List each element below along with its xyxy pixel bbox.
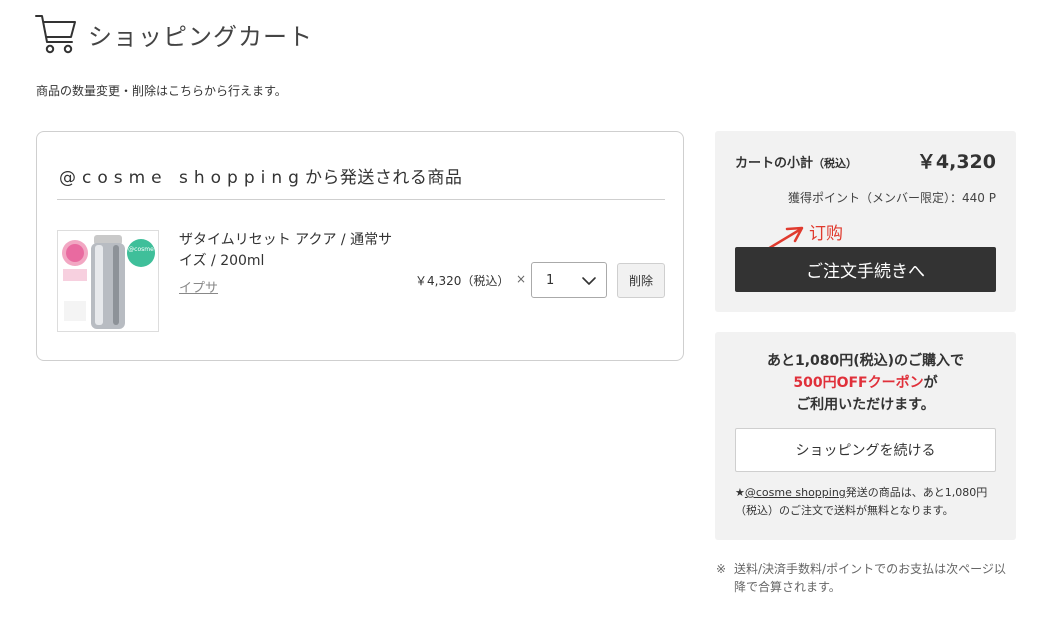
checkout-button[interactable]: ご注文手続きへ [735, 247, 996, 292]
points-note: 獲得ポイント（メンバー限定）：440 P [788, 191, 996, 205]
intro-text: 商品の数量変更・削除はこちらから行えます。 [36, 84, 287, 98]
divider [57, 199, 665, 200]
quantity-select[interactable]: 1 [531, 262, 607, 298]
product-price: ￥4,320（税込） [415, 274, 510, 288]
coupon-panel: あと1,080円(税込)のご購入で 500円OFFクーポンが ご利用いただけます… [715, 332, 1016, 540]
subtotal-label: カートの小計（税込） [735, 152, 857, 171]
product-thumbnail[interactable]: @cosme [57, 230, 159, 332]
continue-shopping-button[interactable]: ショッピングを続ける [735, 428, 996, 472]
subtotal-label-text: カートの小計 [735, 156, 814, 171]
page-title: ショッピングカート [88, 22, 313, 51]
quantity-value: 1 [546, 273, 555, 288]
product-brand-link[interactable]: イプサ [179, 277, 218, 296]
shopping-link[interactable]: @cosme shopping [745, 486, 846, 499]
subtotal-tax-note: （税込） [813, 157, 858, 170]
star-icon: ★ [735, 486, 745, 499]
coupon-line-1: あと1,080円(税込)のご購入で [766, 353, 965, 369]
coupon-message: あと1,080円(税込)のご購入で 500円OFFクーポンが ご利用いただけます… [715, 350, 1016, 416]
product-bottle-image: @cosme [58, 231, 158, 331]
shipper-title: @cosme shoppingから発送される商品 [59, 163, 462, 188]
page-header: ショッピングカート [34, 12, 313, 56]
shipper-title-suffix: から発送される商品 [304, 168, 463, 188]
annotation-label: 订购 [809, 224, 843, 244]
shopping-cart-icon [35, 15, 76, 54]
shipper-box: @cosme shoppingから発送される商品 @cosme ザタイムリセット… [36, 131, 684, 361]
footnote-text: 送料/決済手数料/ポイントでのお支払は次ページ以降で合算されます。 [734, 562, 1006, 594]
chevron-down-icon [582, 277, 596, 285]
subtotal-amount: ￥4,320 [916, 151, 996, 173]
summary-panel: カートの小計（税込） ￥4,320 獲得ポイント（メンバー限定）：440 P 订… [715, 131, 1016, 312]
footnote: ※ 送料/決済手数料/ポイントでのお支払は次ページ以降で合算されます。 [716, 560, 1016, 596]
times-sign: × [516, 272, 527, 286]
footnote-mark: ※ [716, 562, 727, 576]
coupon-line-2: 500円OFFクーポンが [715, 372, 1016, 394]
thumb-badge: @cosme [128, 246, 154, 253]
shipper-brand: @cosme shopping [59, 168, 305, 188]
delete-button[interactable]: 削除 [617, 263, 665, 298]
product-name: ザタイムリセット アクア / 通常サイズ / 200ml [179, 232, 393, 269]
coupon-highlight: 500円OFFクーポン [793, 375, 924, 391]
coupon-line-2-suffix: が [923, 375, 938, 391]
coupon-line-3: ご利用いただけます。 [796, 397, 935, 413]
free-shipping-note: ★@cosme shopping発送の商品は、あと1,080円（税込）のご注文で… [735, 484, 1000, 520]
